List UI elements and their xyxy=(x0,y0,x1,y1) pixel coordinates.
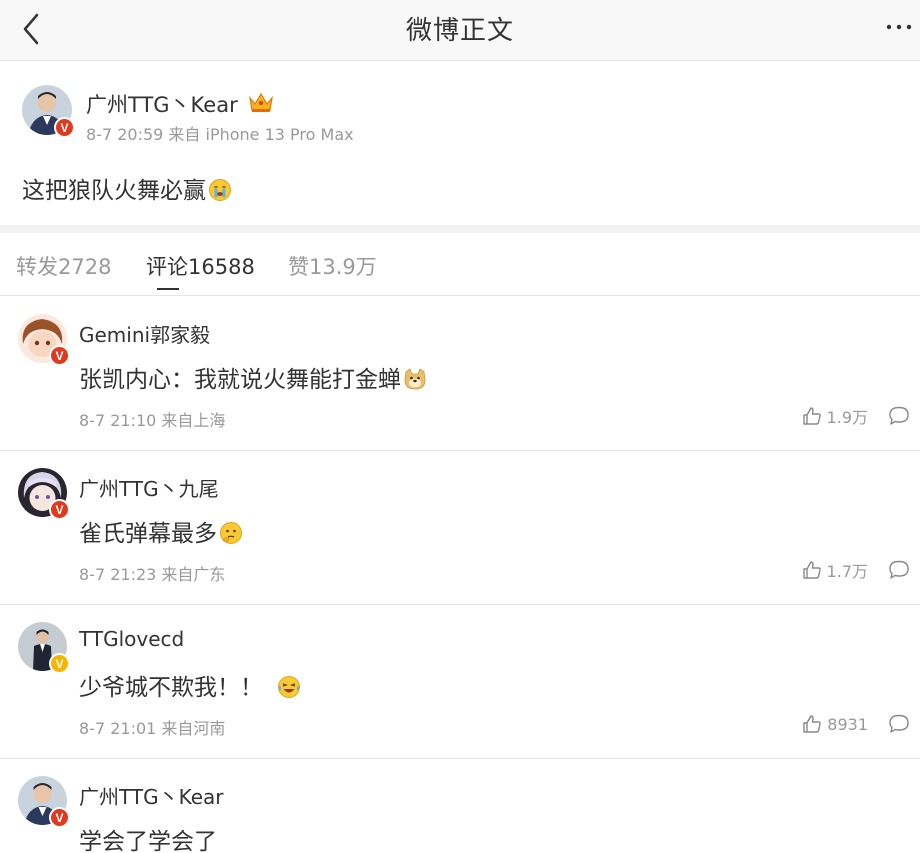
reply-button[interactable] xyxy=(888,559,910,581)
like-button[interactable]: 1.7万 xyxy=(802,559,868,581)
post-text: 这把狼队火舞必赢 xyxy=(22,171,232,205)
like-button[interactable]: 1.9万 xyxy=(802,405,868,427)
comment-text-content: 张凯内心：我就说火舞能打金蝉 xyxy=(79,367,401,393)
crown-icon xyxy=(249,92,273,112)
verified-badge-icon: V xyxy=(49,807,70,828)
comment-text: 学会了学会了 xyxy=(79,822,217,853)
comment-bubble-icon xyxy=(889,714,909,733)
tab-likes[interactable]: 赞13.9万 xyxy=(288,251,377,281)
comment-text-content: 少爷城不欺我！！ xyxy=(79,675,263,701)
comment-item: V 广州TTG丶Kear 学会了学会了 xyxy=(0,759,920,853)
active-tab-indicator xyxy=(157,288,179,290)
crying-face-icon xyxy=(209,179,231,201)
commenter-name[interactable]: Gemini郭家毅 xyxy=(79,319,210,348)
tab-comments[interactable]: 评论16588 xyxy=(146,251,255,281)
tab-reposts[interactable]: 转发2728 xyxy=(16,251,111,281)
comment-text-content: 雀氏弹幕最多 xyxy=(79,521,217,547)
commenter-avatar[interactable]: V xyxy=(18,468,70,520)
commenter-name[interactable]: 广州TTG丶九尾 xyxy=(79,473,219,502)
reply-button[interactable] xyxy=(888,405,910,427)
commenter-avatar[interactable]: V xyxy=(18,314,70,366)
like-count: 8931 xyxy=(827,714,868,734)
post-author-avatar[interactable]: V xyxy=(22,85,75,138)
thinking-face-icon xyxy=(220,522,242,544)
comment-meta: 8-7 21:23 来自广东 xyxy=(79,565,226,584)
comment-text: 张凯内心：我就说火舞能打金蝉 xyxy=(79,360,427,394)
verified-badge-icon: V xyxy=(49,653,70,674)
post-tabs: 转发2728 评论16588 赞13.9万 xyxy=(0,233,920,296)
more-button[interactable] xyxy=(884,12,914,42)
comment-bubble-icon xyxy=(889,560,909,579)
comment-meta: 8-7 21:10 来自上海 xyxy=(79,411,226,430)
thumbs-up-icon xyxy=(802,407,821,425)
verified-badge-icon: V xyxy=(54,117,75,138)
comment-item: V TTGlovecd 少爷城不欺我！！ 8-7 21:01 来自河南 8931 xyxy=(0,605,920,759)
thumbs-up-icon xyxy=(803,715,822,733)
post-meta: 8-7 20:59 来自 iPhone 13 Pro Max xyxy=(86,125,354,144)
reply-button[interactable] xyxy=(888,713,910,735)
post-card: V 广州TTG丶Kear 8-7 20:59 来自 iPhone 13 Pro … xyxy=(0,62,920,225)
laughing-tears-icon xyxy=(278,676,300,698)
verified-badge-icon: V xyxy=(49,345,70,366)
comment-text-content: 学会了学会了 xyxy=(79,829,217,853)
commenter-name[interactable]: TTGlovecd xyxy=(79,627,184,651)
section-divider xyxy=(0,225,920,233)
thumbs-up-icon xyxy=(802,561,821,579)
commenter-avatar[interactable]: V xyxy=(18,622,70,674)
comment-meta: 8-7 21:01 来自河南 xyxy=(79,719,226,738)
page-title: 微博正文 xyxy=(405,16,514,46)
doge-emoji-icon xyxy=(404,368,426,390)
comment-text: 雀氏弹幕最多 xyxy=(79,514,243,548)
comment-item: V Gemini郭家毅 张凯内心：我就说火舞能打金蝉 8-7 21:10 来自上… xyxy=(0,297,920,451)
like-count: 1.7万 xyxy=(826,562,868,581)
more-dots-icon xyxy=(886,24,912,30)
comment-item: V 广州TTG丶九尾 雀氏弹幕最多 8-7 21:23 来自广东 1.7万 xyxy=(0,451,920,605)
top-nav-bar: 微博正文 xyxy=(0,0,920,61)
verified-badge-icon: V xyxy=(49,499,70,520)
commenter-avatar[interactable]: V xyxy=(18,776,70,828)
comment-text: 少爷城不欺我！！ xyxy=(79,668,301,702)
comment-bubble-icon xyxy=(889,406,909,425)
post-text-content: 这把狼队火舞必赢 xyxy=(22,178,206,204)
like-count: 1.9万 xyxy=(826,408,868,427)
post-author-name[interactable]: 广州TTG丶Kear xyxy=(86,89,238,119)
commenter-name[interactable]: 广州TTG丶Kear xyxy=(79,781,223,810)
like-button[interactable]: 8931 xyxy=(802,713,868,735)
